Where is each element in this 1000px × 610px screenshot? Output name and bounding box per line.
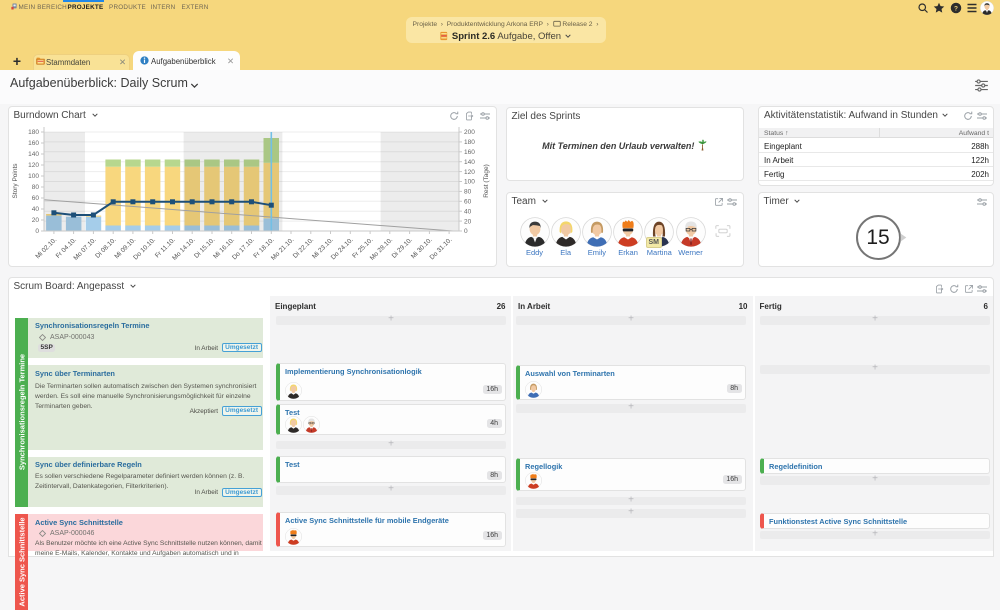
svg-text:100: 100 — [464, 179, 475, 186]
svg-text:140: 140 — [464, 159, 475, 166]
svg-text:Do 24.10.: Do 24.10. — [330, 236, 355, 261]
svg-text:200: 200 — [464, 129, 475, 136]
svg-text:?: ? — [954, 5, 958, 12]
svg-text:0: 0 — [35, 228, 39, 235]
svg-text:Rest (Tage): Rest (Tage) — [483, 164, 490, 198]
svg-text:180: 180 — [464, 139, 475, 146]
svg-text:140: 140 — [28, 151, 39, 158]
svg-text:100: 100 — [28, 173, 39, 180]
svg-text:Mi 02.10.: Mi 02.10. — [34, 236, 58, 260]
svg-text:0: 0 — [464, 228, 468, 235]
svg-text:120: 120 — [28, 162, 39, 169]
svg-text:20: 20 — [464, 218, 472, 225]
svg-text:40: 40 — [32, 206, 40, 213]
svg-text:Story Points: Story Points — [12, 163, 19, 199]
svg-text:40: 40 — [464, 208, 472, 215]
svg-text:20: 20 — [32, 217, 40, 224]
svg-text:80: 80 — [464, 189, 472, 196]
svg-text:80: 80 — [32, 184, 40, 191]
svg-text:60: 60 — [32, 195, 40, 202]
svg-text:180: 180 — [28, 129, 39, 136]
svg-text:Do 17.10.: Do 17.10. — [231, 236, 256, 261]
svg-text:160: 160 — [28, 140, 39, 147]
svg-text:60: 60 — [464, 199, 472, 206]
svg-text:160: 160 — [464, 149, 475, 156]
svg-text:120: 120 — [464, 169, 475, 176]
